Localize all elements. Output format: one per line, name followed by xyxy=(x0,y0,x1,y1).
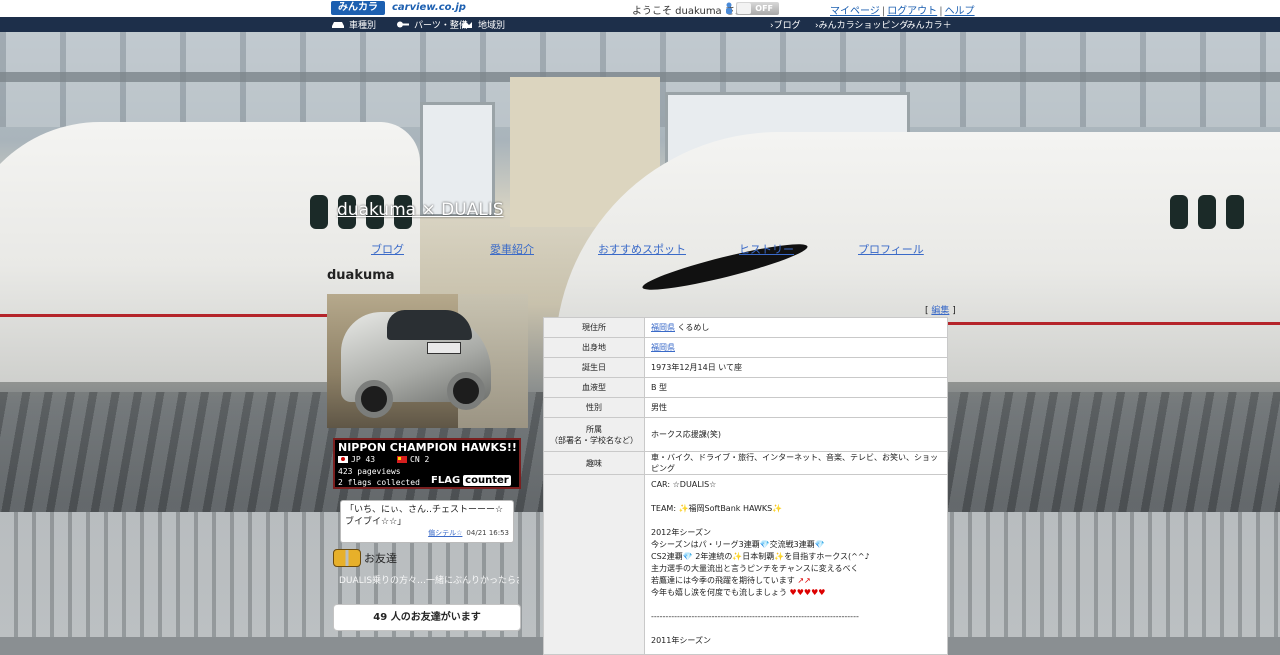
flag-counter-logo: FLAG counter xyxy=(431,474,511,486)
table-row: 現住所 福岡県 くるめし xyxy=(543,317,948,338)
map-icon xyxy=(462,21,472,28)
row-value: 福岡県 くるめし xyxy=(644,317,948,338)
row-label: 性別 xyxy=(543,397,645,418)
tab-car-intro[interactable]: 愛車紹介 xyxy=(490,241,534,257)
status-toggle[interactable]: OFF xyxy=(736,2,779,15)
latest-comment: 「いち、にぃ、さん‥チェストーーー☆ブイブイ☆☆」 偏シテル☆ 04/21 16:… xyxy=(340,500,514,543)
wrench-icon xyxy=(397,21,409,28)
row-label: 出身地 xyxy=(543,337,645,358)
photo-wheel xyxy=(355,380,393,418)
edit-profile-link[interactable]: 編集 xyxy=(931,306,949,316)
car-icon xyxy=(332,22,344,28)
pageviews-count: 423 pageviews xyxy=(338,467,401,476)
row-label: 現住所 xyxy=(543,317,645,338)
comment-time: 04/21 16:53 xyxy=(466,529,509,537)
row-value: 福岡県 xyxy=(644,337,948,358)
table-row: CAR: ☆DUALIS☆ TEAM: ✨福岡SoftBank HAWKS✨ 2… xyxy=(543,474,948,655)
table-row: 性別 男性 xyxy=(543,397,948,418)
edit-profile: [ 編集 ] xyxy=(925,306,956,316)
nav-by-car-model[interactable]: 車種別 xyxy=(331,18,376,31)
global-nav: 車種別 パーツ・整備 地域別 ›ブログ ›みんカラショッピング ›みんカラ＋ xyxy=(0,17,1280,32)
train-window xyxy=(1170,195,1188,229)
minkara-logo[interactable]: みんカラ xyxy=(331,1,385,15)
table-row: 所属 （部署名・学校名など） ホークス応援課(笑) xyxy=(543,417,948,452)
photo-wheel xyxy=(447,372,485,410)
train-window xyxy=(310,195,328,229)
nav-minkara-plus[interactable]: ›みんカラ＋ xyxy=(903,18,952,31)
table-row: 趣味 車・バイク、ドライブ・旅行、インターネット、音楽、テレビ、お笑い、ショッピ… xyxy=(543,451,948,475)
nav-parts-maintenance[interactable]: パーツ・整備 xyxy=(396,18,468,31)
profile-table: 現住所 福岡県 くるめし 出身地 福岡県 誕生日 1973年12月14日 いて座… xyxy=(543,317,948,655)
train-window xyxy=(1226,195,1244,229)
comment-meta: 偏シテル☆ 04/21 16:53 xyxy=(428,528,509,538)
flags-collected: 2 flags collected xyxy=(338,478,420,487)
help-link[interactable]: ヘルプ xyxy=(945,6,975,17)
flag-cn-count: CN 2 xyxy=(397,455,429,464)
tab-blog[interactable]: ブログ xyxy=(371,241,404,257)
toggle-knob xyxy=(737,3,751,14)
carview-logo[interactable]: carview.co.jp xyxy=(392,2,466,13)
table-row: 誕生日 1973年12月14日 いて座 xyxy=(543,357,948,378)
friends-count-button[interactable]: 49 人のお友達がいます xyxy=(333,604,521,631)
friends-heading: お友達 xyxy=(333,549,397,567)
tab-history[interactable]: ヒストリー xyxy=(739,241,794,257)
mypage-link[interactable]: マイページ xyxy=(830,6,880,17)
friends-icon xyxy=(333,549,361,567)
prefecture-link[interactable]: 福岡県 xyxy=(651,343,675,352)
japan-flag-icon xyxy=(338,456,348,463)
nav-by-region[interactable]: 地域別 xyxy=(460,18,505,31)
comment-author-link[interactable]: 偏シテル☆ xyxy=(428,529,462,537)
row-value: 車・バイク、ドライブ・旅行、インターネット、音楽、テレビ、お笑い、ショッピング xyxy=(644,451,948,475)
flag-counter-title: NIPPON CHAMPION HAWKS!! xyxy=(338,441,517,454)
nav-shopping[interactable]: ›みんカラショッピング xyxy=(815,18,908,31)
toggle-label: OFF xyxy=(755,4,773,13)
photo-car-glass xyxy=(387,310,472,340)
row-label: 趣味 xyxy=(543,451,645,475)
prefecture-link[interactable]: 福岡県 xyxy=(651,323,675,332)
table-row: 血液型 B 型 xyxy=(543,377,948,398)
avatar-car-photo[interactable] xyxy=(327,294,528,428)
flag-jp-count: JP 43 xyxy=(338,455,375,464)
row-label: 血液型 xyxy=(543,377,645,398)
table-row: 出身地 福岡県 xyxy=(543,337,948,358)
row-label: 誕生日 xyxy=(543,357,645,378)
row-label xyxy=(543,474,645,655)
comment-text: 「いち、にぃ、さん‥チェストーーー☆ブイブイ☆☆」 xyxy=(345,505,504,527)
train-window xyxy=(1198,195,1216,229)
row-value: ホークス応援課(笑) xyxy=(644,417,948,452)
self-introduction: CAR: ☆DUALIS☆ TEAM: ✨福岡SoftBank HAWKS✨ 2… xyxy=(644,474,948,655)
row-label: 所属 （部署名・学校名など） xyxy=(543,417,645,452)
blog-title[interactable]: duakuma × DUALIS xyxy=(337,200,504,220)
site-topbar: みんカラ carview.co.jp ようこそ duakuma さん OFF マ… xyxy=(0,0,1280,17)
tab-recommended-spots[interactable]: おすすめスポット xyxy=(598,241,686,257)
row-value: 男性 xyxy=(644,397,948,418)
top-links: マイページ | ログアウト | ヘルプ xyxy=(830,6,975,17)
logout-link[interactable]: ログアウト xyxy=(887,6,937,17)
friends-description: DUALIS乗りの方々…一緒にぶんりかったらお友達になりましょう♪ xyxy=(339,576,519,586)
row-value: B 型 xyxy=(644,377,948,398)
tab-profile[interactable]: プロフィール xyxy=(858,241,924,257)
user-icon xyxy=(726,2,732,14)
nav-blog[interactable]: ›ブログ xyxy=(770,18,801,31)
photo-license-plate xyxy=(427,342,461,354)
flag-counter-widget[interactable]: NIPPON CHAMPION HAWKS!! JP 43 CN 2 423 p… xyxy=(333,438,521,489)
row-value: 1973年12月14日 いて座 xyxy=(644,357,948,378)
profile-username: duakuma xyxy=(327,268,395,283)
china-flag-icon xyxy=(397,456,407,463)
